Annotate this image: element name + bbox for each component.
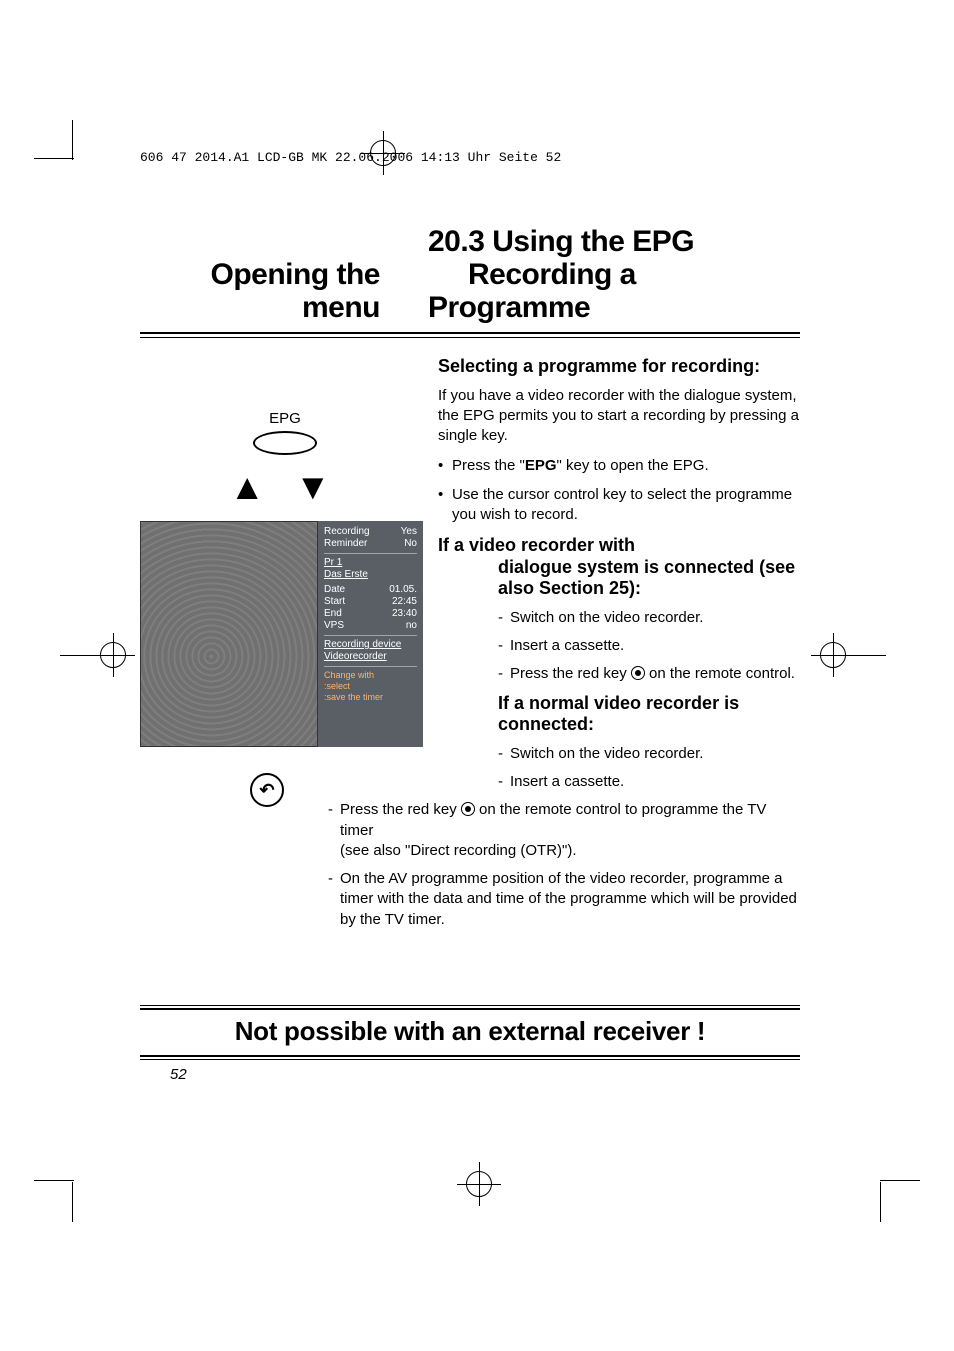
intro-paragraph: If you have a video recorder with the di… — [438, 386, 800, 447]
bullet-press-epg: Press the "EPG" key to open the EPG. — [438, 456, 800, 476]
print-header: 606 47 2014.A1 LCD-GB MK 22.06.2006 14:1… — [140, 150, 561, 165]
back-icon: ↶ — [250, 773, 284, 807]
right-section-title: 20.3 Using the EPG Recording a Programme — [380, 225, 800, 324]
bullet-cursor-select: Use the cursor control key to select the… — [438, 485, 800, 526]
left-section-title: Opening the menu — [140, 258, 380, 324]
record-key-icon — [461, 802, 475, 816]
registration-mark-icon — [820, 642, 846, 668]
registration-mark-icon — [100, 642, 126, 668]
footer-banner: Not possible with an external receiver ! — [140, 1005, 800, 1060]
record-key-icon — [631, 666, 645, 680]
osd-panel: RecordingYes ReminderNo Pr 1 Das Erste D… — [318, 521, 423, 747]
step-switch-on-1: Switch on the video recorder. — [498, 608, 800, 628]
page-number: 52 — [170, 1066, 187, 1083]
step-av-timer: On the AV programme position of the vide… — [328, 869, 800, 930]
step-press-red-1: Press the red key on the remote control. — [498, 664, 800, 684]
subheading-vcr-dialogue: If a video recorder with dialogue system… — [438, 535, 800, 600]
step-insert-cassette-2: Insert a cassette. — [498, 772, 800, 792]
page-content: Opening the menu 20.3 Using the EPG Reco… — [140, 225, 800, 938]
title-line-2: Recording a Programme — [428, 258, 636, 324]
step-switch-on-2: Switch on the video recorder. — [498, 744, 800, 764]
epg-key-label: EPG — [140, 410, 430, 427]
title-line-1: 20.3 Using the EPG — [428, 225, 694, 258]
step-press-red-2: Press the red key on the remote control … — [328, 800, 800, 861]
up-down-arrows-icon: ▲ ▼ — [140, 469, 430, 505]
registration-mark-icon — [370, 140, 396, 166]
footer-text: Not possible with an external receiver ! — [140, 1010, 800, 1053]
tv-preview-image — [140, 521, 318, 747]
subheading-vcr-normal: If a normal video recorder is connected: — [438, 693, 800, 736]
subheading-selecting: Selecting a programme for recording: — [438, 356, 800, 378]
registration-mark-icon — [466, 1171, 492, 1197]
right-text-column: Selecting a programme for recording: If … — [430, 356, 800, 938]
epg-key-icon — [253, 431, 317, 455]
step-insert-cassette-1: Insert a cassette. — [498, 636, 800, 656]
